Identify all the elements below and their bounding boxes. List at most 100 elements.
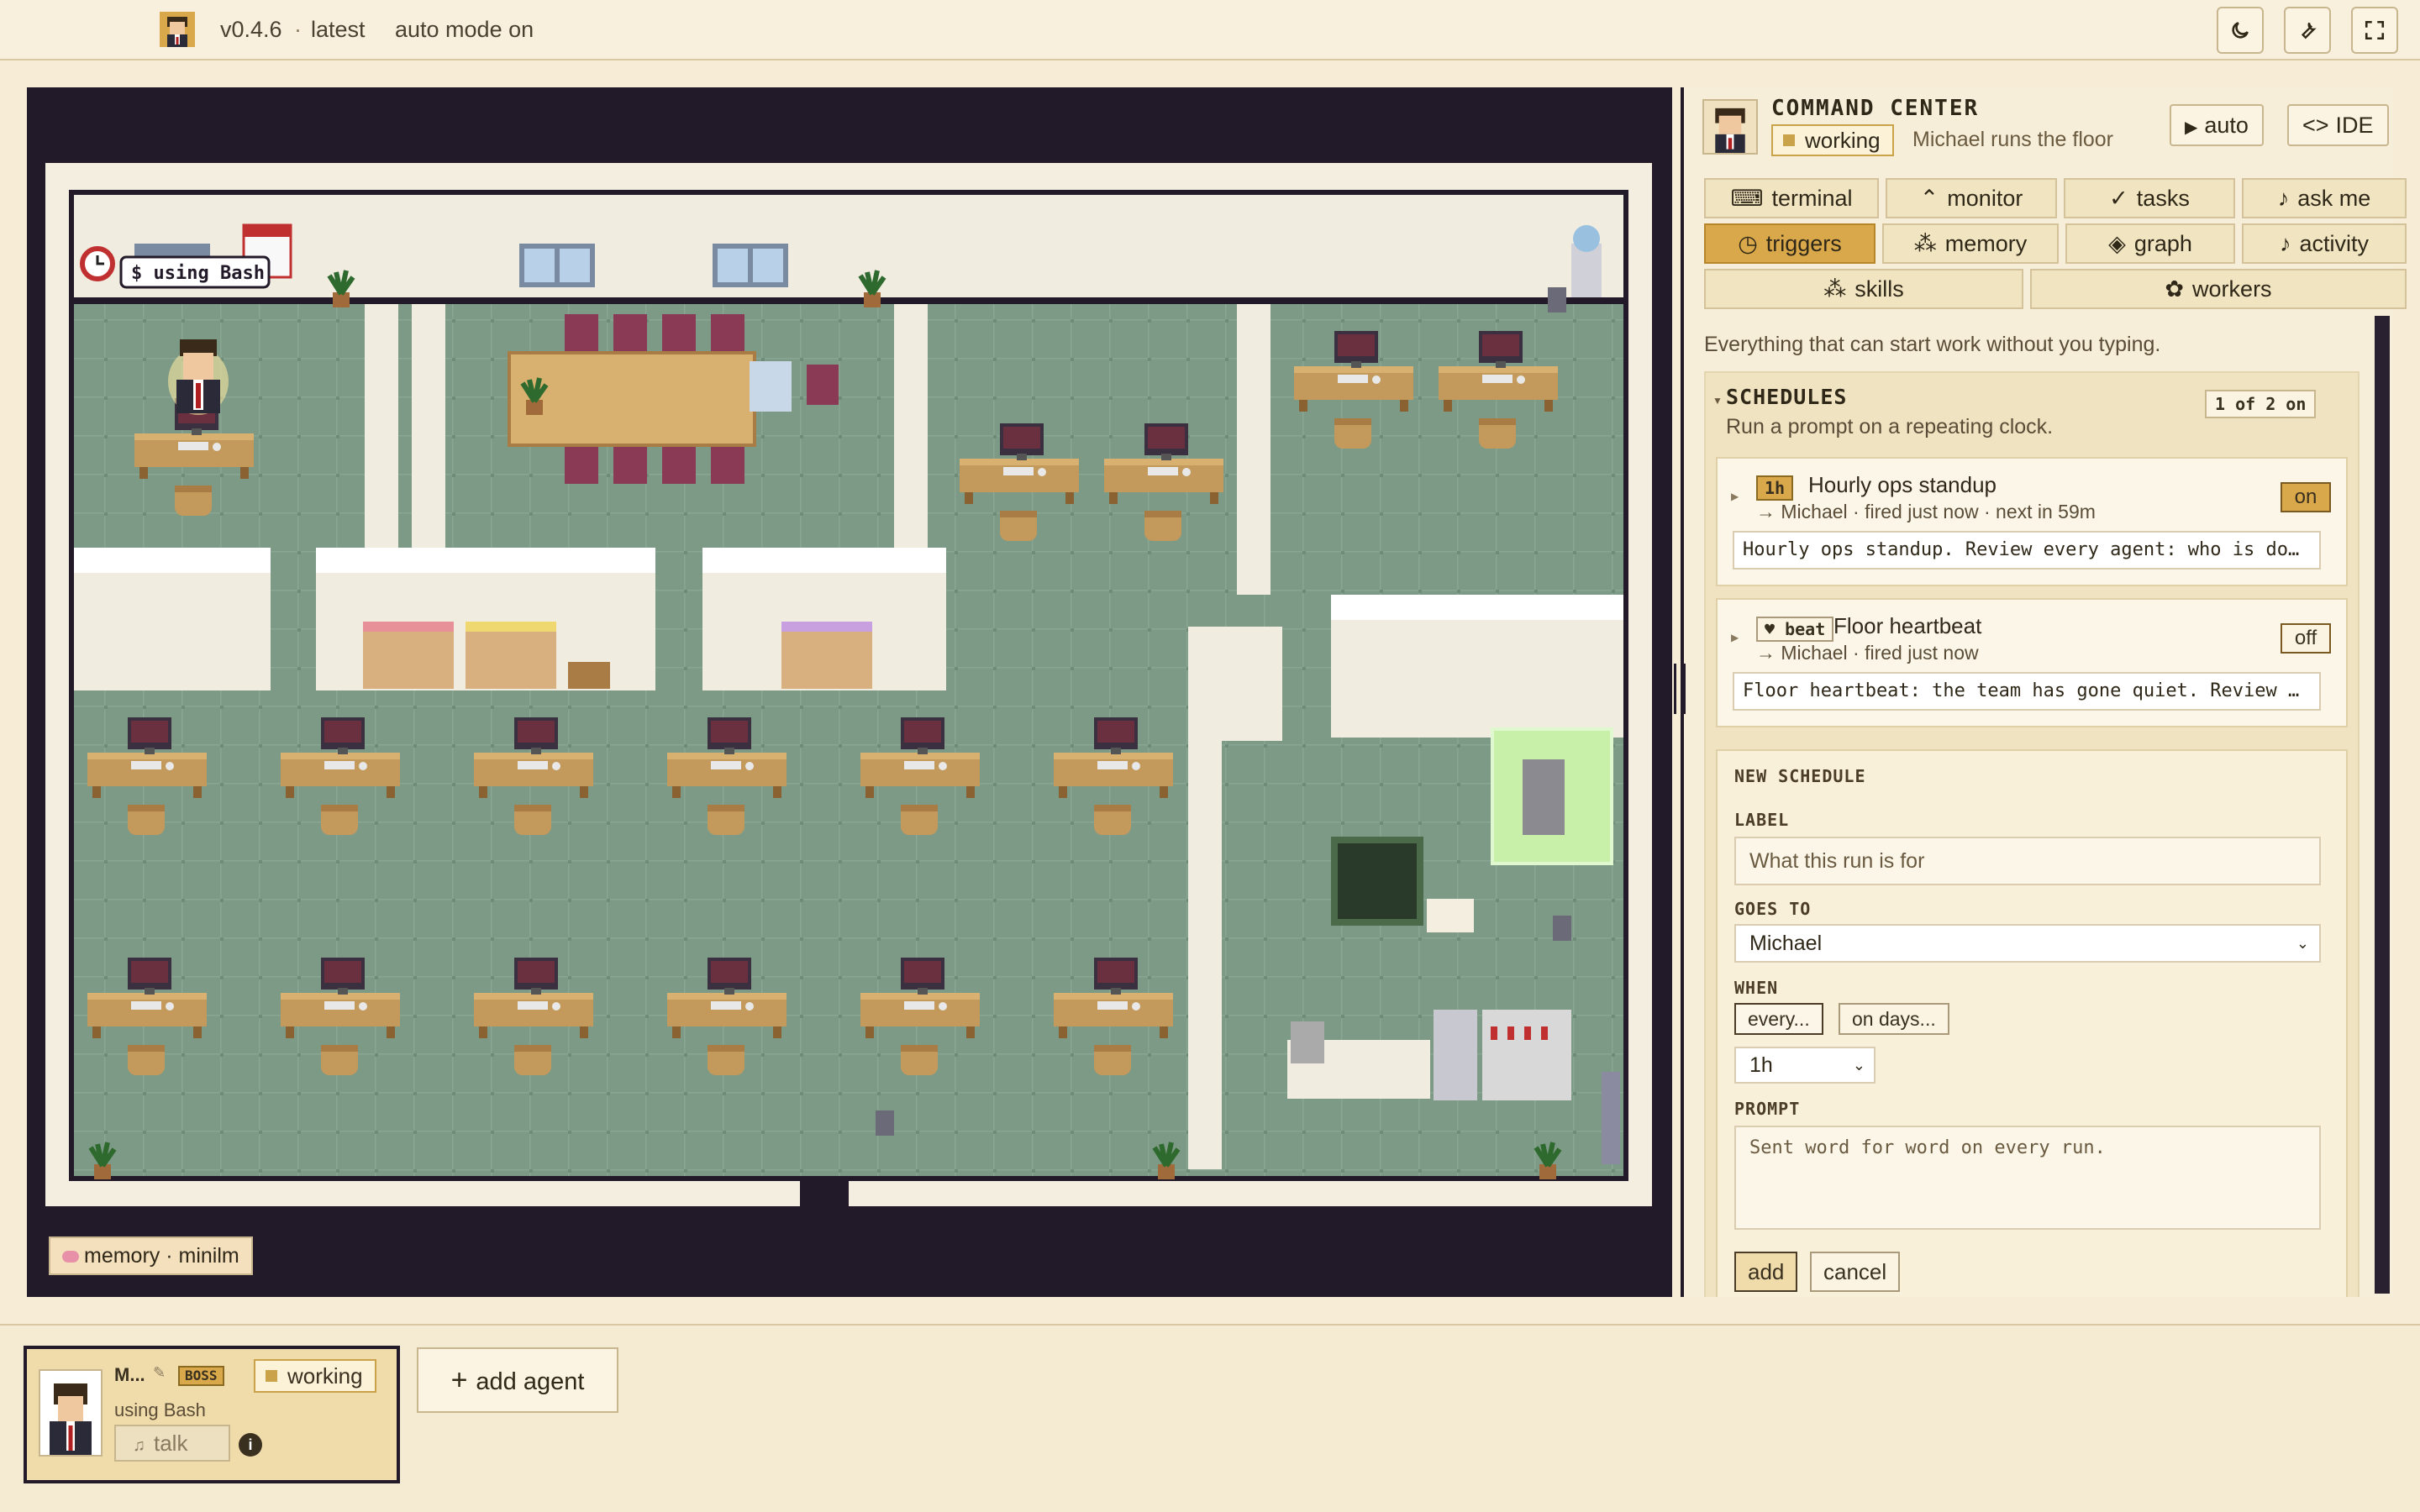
ide-button[interactable]: <> IDE xyxy=(2287,104,2389,146)
schedule-name: Floor heartbeat xyxy=(1833,613,1982,638)
play-icon: ▶ xyxy=(2185,118,2198,137)
schedule-toggle[interactable]: on xyxy=(2281,482,2331,512)
tab-label: workers xyxy=(2192,276,2272,302)
mic-icon: ♫ xyxy=(133,1436,145,1455)
status-badge: working xyxy=(254,1359,376,1393)
chevron-right-icon[interactable]: ▶ xyxy=(1731,491,1739,502)
ide-button-label: IDE xyxy=(2335,113,2374,138)
tab-workers[interactable]: ✿ workers xyxy=(2030,269,2407,309)
tab-label: triggers xyxy=(1765,231,1842,256)
tab-label: activity xyxy=(2299,231,2370,256)
avatar xyxy=(39,1369,103,1457)
graph-icon: ◈ xyxy=(2108,231,2126,256)
triggers-description: Everything that can start work without y… xyxy=(1704,333,2161,356)
auto-button-label: auto xyxy=(2204,113,2249,138)
interval-value: 1h xyxy=(1749,1053,1773,1077)
auto-button[interactable]: ▶ auto xyxy=(2170,104,2264,146)
tab-label: graph xyxy=(2133,231,2192,256)
triggers-content[interactable]: Everything that can start work without y… xyxy=(1684,312,2373,1297)
agent-activity: using Bash xyxy=(114,1399,206,1420)
brain-icon xyxy=(62,1251,79,1263)
schedules-count-badge: 1 of 2 on xyxy=(2205,390,2317,418)
on-days-button[interactable]: on days... xyxy=(1839,1003,1949,1035)
memory-model-pill[interactable]: memory · minilm xyxy=(49,1236,253,1275)
goes-to-select[interactable]: Michael ⌄ xyxy=(1734,924,2321,963)
talk-button[interactable]: ♫ talk xyxy=(114,1425,230,1462)
goes-to-value: Michael xyxy=(1749,932,1823,955)
moon-icon xyxy=(2232,22,2249,39)
bell-icon: ♪ xyxy=(2277,186,2290,211)
panel-scrollbar[interactable] xyxy=(2375,316,2390,1294)
code-icon: <> xyxy=(2302,113,2329,138)
tab-tasks[interactable]: ✓ tasks xyxy=(2064,178,2235,218)
agent-speech-bubble: $ using Bash xyxy=(119,255,271,289)
plus-icon: + xyxy=(450,1364,468,1396)
bubble-text: $ using Bash xyxy=(131,263,265,284)
gear-icon: ✿ xyxy=(2165,276,2185,302)
chevron-right-icon[interactable]: ▶ xyxy=(1731,632,1739,643)
panel-subtitle: Michael runs the floor xyxy=(1912,128,2114,151)
agent-card-michael[interactable]: M... ✎ BOSS working using Bash ♫ talk i xyxy=(24,1346,400,1483)
memory-pill-label: memory · minilm xyxy=(84,1244,239,1268)
separator: · xyxy=(294,17,302,42)
chevron-down-icon: ⌄ xyxy=(2296,935,2309,952)
tab-ask-me[interactable]: ♪ ask me xyxy=(2242,178,2407,218)
tab-label: memory xyxy=(1944,231,2028,256)
talk-label: talk xyxy=(154,1431,188,1456)
wrench-icon xyxy=(2301,22,2317,39)
goes-to-title: GOES TO xyxy=(1734,899,1812,919)
new-schedule-form: NEW SCHEDULE LABEL What this run is for … xyxy=(1716,749,2348,1297)
every-button[interactable]: every... xyxy=(1734,1003,1823,1035)
terminal-icon: ⌨ xyxy=(1730,186,1764,211)
tab-terminal[interactable]: ⌨ terminal xyxy=(1704,178,1879,218)
pencil-icon[interactable]: ✎ xyxy=(153,1364,166,1382)
label-field-title: LABEL xyxy=(1734,810,1790,830)
prompt-title: PROMPT xyxy=(1734,1099,1801,1119)
info-icon[interactable]: i xyxy=(239,1433,262,1457)
status-label: working xyxy=(287,1363,363,1389)
tab-label: terminal xyxy=(1771,186,1853,211)
add-button[interactable]: add xyxy=(1734,1252,1798,1292)
monitor-icon: ⌃ xyxy=(1919,186,1939,211)
fullscreen-icon xyxy=(2365,20,2385,40)
tab-monitor[interactable]: ⌃ monitor xyxy=(1886,178,2057,218)
check-icon: ✓ xyxy=(2109,186,2128,211)
schedule-prompt: Hourly ops standup. Review every agent: … xyxy=(1733,531,2321,570)
version-label: v0.4.6 xyxy=(220,17,282,42)
tab-graph[interactable]: ◈ graph xyxy=(2065,223,2235,264)
heartbeat-badge: ♥ beat xyxy=(1756,617,1834,642)
panel-resize-handle[interactable] xyxy=(1674,664,1686,714)
auto-mode-status: auto mode on xyxy=(395,17,534,42)
new-schedule-title: NEW SCHEDULE xyxy=(1734,766,1866,786)
schedule-card[interactable]: ▶ ♥ beat Floor heartbeat → Michael · fir… xyxy=(1716,598,2348,727)
add-agent-button[interactable]: + add agent xyxy=(417,1347,618,1413)
theme-toggle-button[interactable] xyxy=(2217,7,2264,54)
tab-skills[interactable]: ⁂ skills xyxy=(1704,269,2023,309)
label-input[interactable]: What this run is for xyxy=(1734,837,2321,885)
status-dot xyxy=(266,1370,277,1382)
fullscreen-button[interactable] xyxy=(2351,7,2398,54)
interval-badge: 1h xyxy=(1756,475,1794,501)
command-center-panel: COMMAND CENTER working Michael runs the … xyxy=(1681,87,2407,1297)
agent-name: M... xyxy=(114,1364,145,1385)
add-agent-label: add agent xyxy=(476,1368,585,1395)
settings-button[interactable] xyxy=(2284,7,2331,54)
interval-select[interactable]: 1h ⌄ xyxy=(1734,1047,1876,1084)
chevron-down-icon[interactable]: ▼ xyxy=(1712,395,1723,407)
schedule-meta: → Michael · fired just now xyxy=(1756,642,1979,664)
tab-activity[interactable]: ♪ activity xyxy=(2242,223,2407,264)
tab-label: skills xyxy=(1854,276,1904,302)
tab-label: tasks xyxy=(2136,186,2190,211)
office-map: $ using Bash xyxy=(45,163,1652,1208)
app-logo-avatar xyxy=(160,12,195,47)
tab-memory[interactable]: ⁂ memory xyxy=(1882,223,2059,264)
schedule-toggle[interactable]: off xyxy=(2281,623,2331,654)
schedule-card[interactable]: ▶ 1h Hourly ops standup → Michael · fire… xyxy=(1716,457,2348,586)
nodes-icon: ⁂ xyxy=(1913,231,1937,256)
boss-badge: BOSS xyxy=(178,1366,224,1386)
tab-triggers[interactable]: ◷ triggers xyxy=(1704,223,1876,264)
bell-icon: ♪ xyxy=(2279,231,2291,256)
office-floor-view[interactable]: $ using Bash memory · minilm xyxy=(27,87,1672,1297)
cancel-button[interactable]: cancel xyxy=(1810,1252,1901,1292)
prompt-textarea[interactable]: Sent word for word on every run. xyxy=(1734,1126,2321,1230)
